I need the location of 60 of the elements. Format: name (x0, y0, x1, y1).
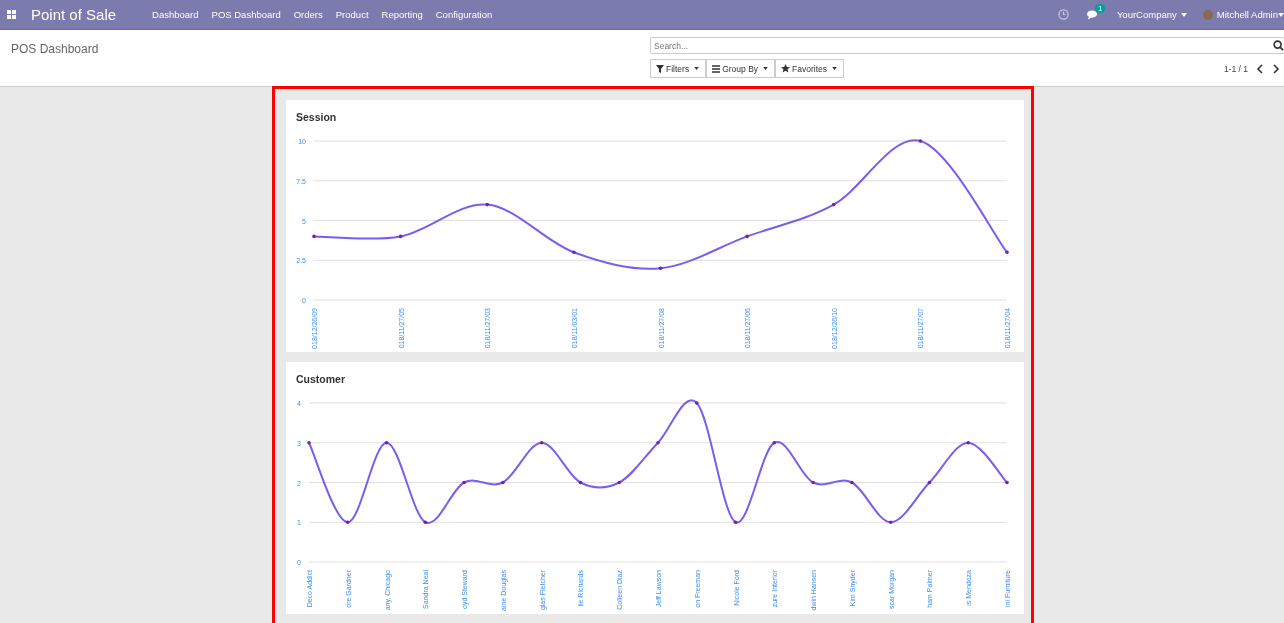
apps-grid-icon[interactable] (7, 10, 16, 19)
funnel-icon (656, 64, 664, 73)
filter-dropdown-button[interactable]: Favorites (775, 59, 844, 78)
data-point (850, 480, 854, 485)
data-point (658, 266, 663, 270)
data-point (733, 520, 738, 525)
data-point (485, 202, 490, 207)
data-point (695, 401, 699, 405)
chart-title: Session (295, 110, 338, 125)
data-point (572, 250, 576, 255)
data-point (307, 440, 311, 445)
breadcrumb: POS Dashboard (11, 42, 99, 56)
data-point (772, 440, 777, 445)
menu-item[interactable]: Dashboard (152, 9, 199, 20)
data-point (617, 480, 621, 485)
data-point (831, 202, 836, 207)
data-point (745, 234, 749, 239)
company-switcher[interactable]: YourCompany (1116, 9, 1177, 20)
star-icon (781, 64, 791, 73)
filter-dropdown-button[interactable]: Group By (706, 59, 776, 78)
pager-counter: 1-1 / 1 (1223, 63, 1248, 74)
data-point (888, 520, 893, 525)
data-point (927, 480, 932, 485)
data-point (811, 480, 815, 485)
data-point (1005, 480, 1009, 485)
data-point (578, 480, 583, 485)
caret-icon (694, 67, 700, 70)
data-point (918, 139, 923, 143)
data-point (398, 234, 403, 239)
data-point (1005, 250, 1009, 255)
menu-item[interactable]: Reporting (381, 9, 423, 20)
data-point (501, 480, 505, 485)
user-menu[interactable]: Mitchell Admin (1216, 9, 1278, 20)
caret-icon (763, 67, 769, 70)
data-point (966, 440, 970, 445)
data-point (462, 480, 466, 485)
data-point (312, 234, 316, 239)
data-point (384, 440, 389, 445)
filter-dropdown-button[interactable]: Filters (650, 59, 707, 78)
list-icon (712, 64, 721, 73)
app-title: Point of Sale (31, 6, 117, 23)
message-count-badge: 1 (1094, 3, 1106, 13)
data-point (423, 520, 428, 525)
data-point (539, 440, 544, 445)
chat-icon[interactable] (1086, 9, 1099, 20)
caret-icon (1180, 12, 1187, 17)
data-point (656, 440, 660, 445)
data-point (346, 520, 350, 525)
menu-item[interactable]: Configuration (435, 9, 493, 20)
menu-item[interactable]: Product (335, 9, 369, 20)
search-icon[interactable] (1273, 40, 1284, 51)
menu-item[interactable]: Orders (293, 9, 323, 20)
caret-icon (832, 67, 837, 70)
next-page-icon[interactable] (1272, 63, 1280, 74)
search-field[interactable]: Search... (650, 37, 1284, 54)
chart-title: Customer (295, 372, 346, 387)
caret-icon (1278, 12, 1284, 17)
previous-page-icon[interactable] (1256, 63, 1264, 74)
menu-item[interactable]: POS Dashboard (211, 9, 281, 20)
avatar-icon (1202, 9, 1213, 20)
